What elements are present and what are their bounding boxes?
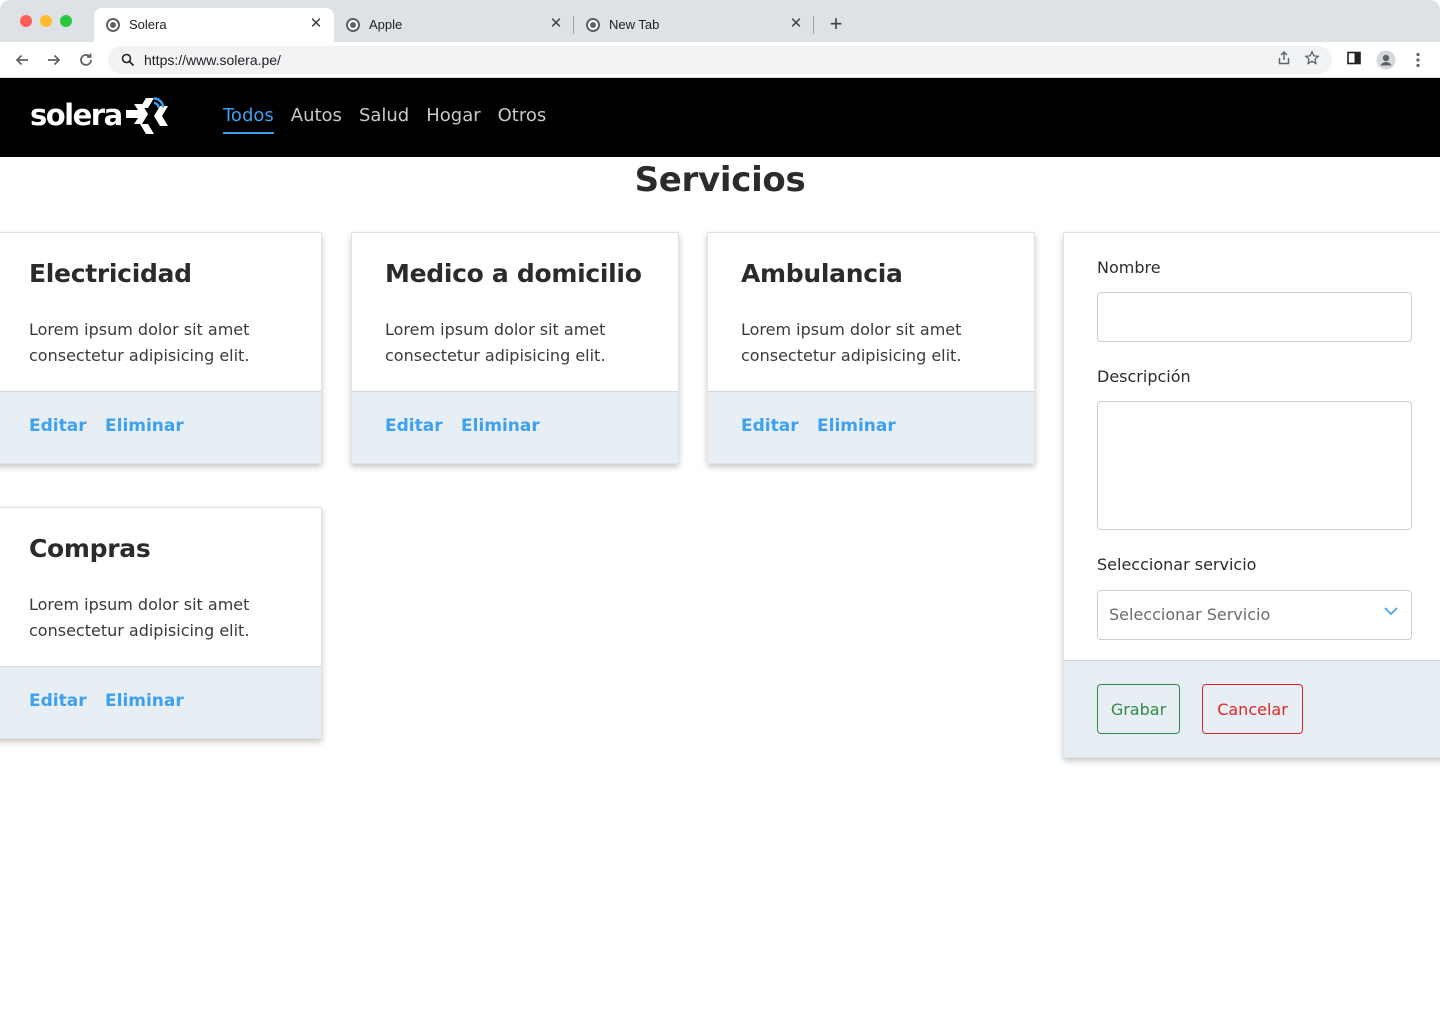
- delete-button[interactable]: Eliminar: [105, 691, 184, 711]
- nav-item-salud[interactable]: Salud: [359, 105, 409, 134]
- card-text: Lorem ipsum dolor sit amet consectetur a…: [29, 595, 250, 640]
- page-title: Servicios: [634, 160, 806, 200]
- tab-title: Solera: [129, 17, 167, 32]
- edit-button[interactable]: Editar: [385, 416, 443, 436]
- chrome-favicon-icon: [106, 18, 120, 32]
- service-card-electricidad: Electricidad Lorem ipsum dolor sit amet …: [0, 232, 322, 464]
- tab-title: New Tab: [609, 17, 660, 32]
- nav-item-todos[interactable]: Todos: [223, 105, 274, 134]
- form-footer: Grabar Cancelar: [1064, 660, 1440, 757]
- service-select[interactable]: Seleccionar Servicio: [1097, 590, 1412, 640]
- back-icon[interactable]: [12, 50, 32, 70]
- chevron-down-icon: [1384, 607, 1398, 616]
- service-select-value: Seleccionar Servicio: [1109, 605, 1271, 624]
- card-footer: Editar Eliminar: [0, 666, 321, 738]
- browser-tab-apple[interactable]: Apple ✕: [334, 8, 574, 42]
- tab-close-icon[interactable]: ✕: [308, 15, 324, 33]
- search-icon: [120, 52, 136, 68]
- delete-button[interactable]: Eliminar: [105, 416, 184, 436]
- forward-icon[interactable]: [44, 50, 64, 70]
- name-label: Nombre: [1097, 258, 1161, 277]
- cancel-button[interactable]: Cancelar: [1202, 684, 1303, 734]
- description-label: Descripción: [1097, 367, 1191, 386]
- logo-text[interactable]: solera: [30, 98, 123, 132]
- browser-tab-strip: Solera ✕ Apple ✕ New Tab ✕ +: [0, 0, 1440, 42]
- menu-icon[interactable]: [1408, 50, 1428, 70]
- tab-title: Apple: [369, 17, 403, 32]
- chrome-favicon-icon: [346, 18, 360, 32]
- share-icon[interactable]: [1274, 50, 1294, 70]
- window-zoom-button[interactable]: [60, 15, 72, 27]
- solera-logo-icon[interactable]: [124, 96, 170, 136]
- side-panel-icon[interactable]: [1344, 50, 1364, 70]
- service-card-ambulancia: Ambulancia Lorem ipsum dolor sit amet co…: [707, 232, 1035, 464]
- card-title: Ambulancia: [741, 259, 903, 288]
- edit-button[interactable]: Editar: [29, 416, 87, 436]
- delete-button[interactable]: Eliminar: [461, 416, 540, 436]
- chrome-favicon-icon: [586, 18, 600, 32]
- profile-icon[interactable]: [1376, 50, 1396, 70]
- site-navbar: solera Todos Autos Salud Hogar Otros: [0, 78, 1440, 157]
- window-minimize-button[interactable]: [40, 15, 52, 27]
- save-button[interactable]: Grabar: [1097, 684, 1180, 734]
- address-bar[interactable]: https://www.solera.pe/: [108, 46, 1332, 74]
- service-select-label: Seleccionar servicio: [1097, 555, 1257, 574]
- card-title: Electricidad: [29, 259, 192, 288]
- browser-tab-new-tab[interactable]: New Tab ✕: [574, 8, 814, 42]
- card-footer: Editar Eliminar: [352, 391, 678, 463]
- card-text: Lorem ipsum dolor sit amet consectetur a…: [29, 320, 250, 365]
- nav-item-hogar[interactable]: Hogar: [426, 105, 480, 134]
- browser-toolbar: https://www.solera.pe/: [0, 42, 1440, 78]
- delete-button[interactable]: Eliminar: [817, 416, 896, 436]
- category-nav: Todos Autos Salud Hogar Otros: [223, 105, 563, 134]
- tab-separator: [813, 16, 814, 34]
- nav-item-otros[interactable]: Otros: [498, 105, 547, 134]
- new-tab-icon[interactable]: +: [826, 12, 846, 36]
- nav-item-autos[interactable]: Autos: [291, 105, 342, 134]
- service-card-compras: Compras Lorem ipsum dolor sit amet conse…: [0, 507, 322, 739]
- url-text: https://www.solera.pe/: [144, 52, 281, 68]
- tab-close-icon[interactable]: ✕: [548, 15, 564, 33]
- tab-close-icon[interactable]: ✕: [788, 15, 804, 33]
- description-textarea[interactable]: [1097, 401, 1412, 530]
- card-title: Compras: [29, 534, 151, 563]
- edit-button[interactable]: Editar: [741, 416, 799, 436]
- edit-button[interactable]: Editar: [29, 691, 87, 711]
- name-field[interactable]: [1097, 292, 1412, 342]
- window-close-button[interactable]: [20, 15, 32, 27]
- bookmark-star-icon[interactable]: [1302, 50, 1322, 70]
- service-form: Nombre Descripción Seleccionar servicio …: [1063, 232, 1440, 758]
- card-title: Medico a domicilio: [385, 259, 642, 288]
- card-footer: Editar Eliminar: [708, 391, 1034, 463]
- browser-tab-solera[interactable]: Solera ✕: [94, 8, 334, 42]
- card-footer: Editar Eliminar: [0, 391, 321, 463]
- card-text: Lorem ipsum dolor sit amet consectetur a…: [385, 320, 606, 365]
- reload-icon[interactable]: [76, 50, 96, 70]
- card-text: Lorem ipsum dolor sit amet consectetur a…: [741, 320, 962, 365]
- service-card-medico-a-domicilio: Medico a domicilio Lorem ipsum dolor sit…: [351, 232, 679, 464]
